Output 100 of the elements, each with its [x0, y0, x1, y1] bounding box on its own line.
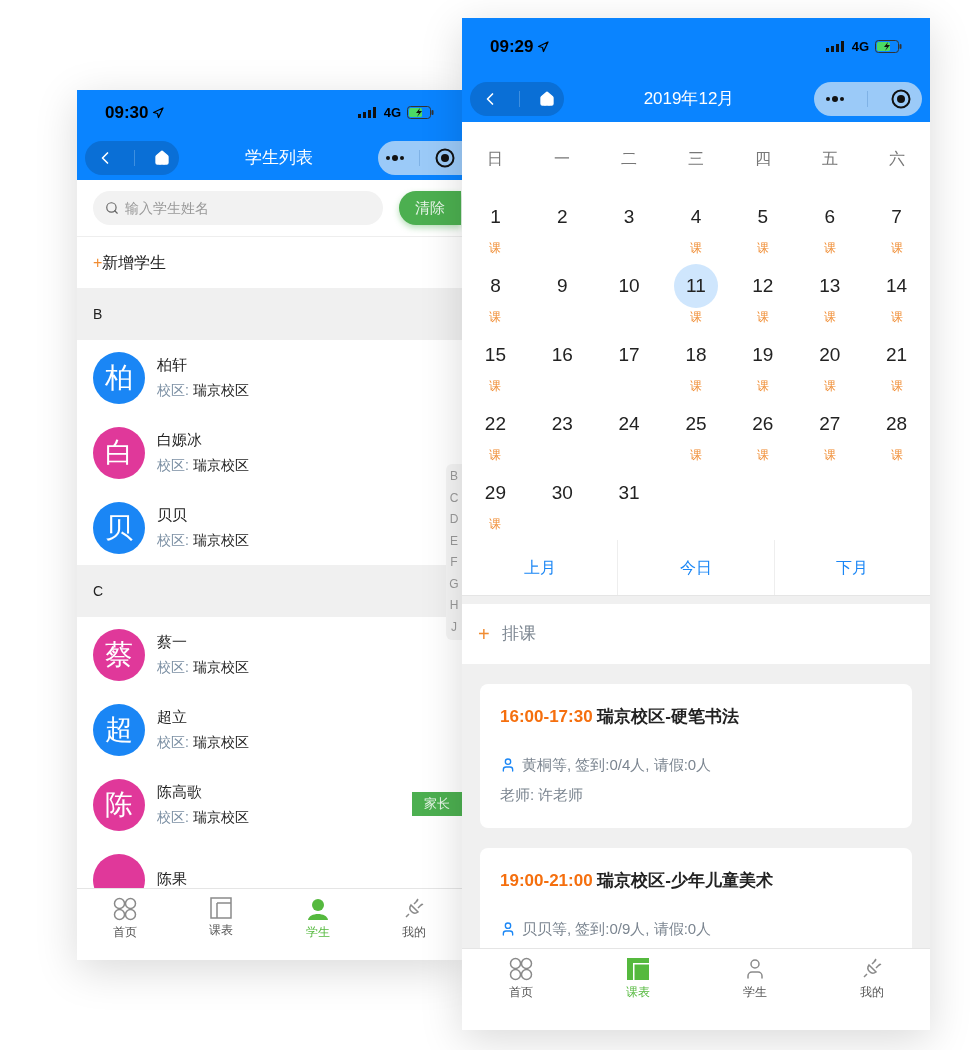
lesson-mark: 课 — [756, 378, 769, 395]
student-name: 蔡一 — [157, 631, 188, 652]
lesson-mark: 课 — [756, 240, 769, 257]
student-row[interactable]: 柏 柏轩 校区: 瑞京校区 — [77, 340, 416, 415]
signal-icon — [357, 107, 378, 118]
calendar-day[interactable]: 18 — [674, 333, 718, 377]
calendar-day[interactable]: 8 — [473, 264, 518, 308]
avatar: 贝 — [93, 501, 145, 554]
menu-capsule[interactable] — [814, 81, 922, 116]
lesson-card[interactable]: 19:00-21:00 瑞京校区-少年儿童美术 贝贝等, 签到:0/9人, 请假:0人 — [480, 848, 912, 948]
target-icon[interactable] — [434, 147, 455, 168]
attendance-text: 贝贝等, 签到:0/9人, 请假:0人 — [522, 918, 712, 939]
calendar-day[interactable]: 21 — [874, 333, 919, 377]
schedule-lesson-button[interactable]: + 排课 — [462, 604, 930, 664]
more-icon[interactable] — [825, 95, 846, 102]
avatar: 超 — [93, 703, 145, 756]
student-name: 贝贝 — [157, 504, 188, 525]
calendar-day[interactable]: 2 — [540, 195, 585, 239]
student-name: 柏轩 — [157, 354, 188, 375]
circles-grid-icon[interactable] — [508, 957, 533, 981]
weekday-label: 日 — [486, 148, 505, 169]
calendar-day[interactable]: 5 — [740, 195, 785, 239]
avatar: 白 — [93, 426, 145, 479]
more-icon[interactable] — [385, 154, 406, 161]
calendar-day[interactable]: 30 — [540, 471, 585, 515]
weekday-label: 六 — [887, 148, 906, 169]
menu-capsule[interactable] — [378, 140, 462, 175]
month-nav-button[interactable]: 上月 — [462, 540, 618, 595]
student-row[interactable]: 超 超立 校区: 瑞京校区 — [77, 692, 416, 767]
student-campus: 校区: 瑞京校区 — [157, 658, 249, 678]
calendar-day[interactable]: 3 — [607, 195, 652, 239]
calendar-day[interactable]: 11 — [674, 264, 718, 308]
calendar-day[interactable]: 17 — [607, 333, 652, 377]
home-icon[interactable] — [538, 90, 555, 107]
calendar-day[interactable]: 6 — [807, 195, 852, 239]
calendar-day[interactable]: 9 — [540, 264, 585, 308]
calendar-day[interactable]: 7 — [874, 195, 919, 239]
calendar-day[interactable]: 31 — [607, 471, 652, 515]
calendar-day[interactable]: 1 — [473, 195, 518, 239]
page-title: 2019年12月 — [643, 87, 735, 110]
calendar-day[interactable]: 20 — [807, 333, 852, 377]
network-label: 4G — [851, 37, 869, 56]
weekday-label: 五 — [820, 148, 839, 169]
student-name: 超立 — [157, 706, 188, 727]
lesson-mark: 课 — [690, 447, 702, 464]
student-campus: 校区: 瑞京校区 — [157, 381, 249, 401]
calendar-day[interactable]: 14 — [874, 264, 919, 308]
calendar-day[interactable]: 27 — [807, 402, 852, 446]
lesson-mark: 课 — [890, 240, 903, 257]
lesson-title: 16:00-17:30 瑞京校区-硬笔书法 — [500, 706, 741, 728]
search-icon — [105, 201, 119, 215]
calendar-day[interactable]: 24 — [607, 402, 652, 446]
lesson-mark: 课 — [823, 447, 836, 464]
tab-item[interactable]: 我的 — [365, 897, 462, 960]
lesson-mark: 课 — [823, 240, 836, 257]
weekday-label: 四 — [753, 148, 772, 169]
tab-item[interactable]: 我的 — [813, 957, 930, 1030]
student-row[interactable]: 贝 贝贝 校区: 瑞京校区 — [77, 490, 416, 565]
home-icon[interactable] — [153, 149, 170, 166]
target-icon[interactable] — [890, 88, 911, 109]
student-row[interactable]: 白 白嫄冰 校区: 瑞京校区 — [77, 415, 416, 490]
lesson-mark: 课 — [489, 378, 502, 395]
calendar-day[interactable]: 13 — [807, 264, 852, 308]
lesson-card[interactable]: 16:00-17:30 瑞京校区-硬笔书法 黄桐等, 签到:0/4人, 请假:0人 老师: 许老师 — [480, 684, 912, 828]
lesson-mark: 课 — [489, 240, 502, 257]
calendar-day[interactable]: 29 — [473, 471, 518, 515]
calendar-day[interactable]: 22 — [473, 402, 518, 446]
tab-item[interactable]: 首页 — [462, 957, 579, 1030]
section-header: B — [77, 288, 462, 340]
circles-grid-icon[interactable] — [113, 897, 138, 921]
search-field[interactable]: 输入学生姓名 — [93, 191, 383, 225]
tab-item[interactable]: 首页 — [77, 897, 174, 960]
calendar-day[interactable]: 4 — [674, 195, 718, 239]
calendar-day[interactable]: 12 — [740, 264, 785, 308]
status-time: 09:29 — [490, 35, 534, 58]
tab-item[interactable]: 学生 — [696, 957, 813, 1030]
back-home-capsule[interactable] — [470, 81, 564, 116]
lesson-mark: 课 — [690, 378, 702, 395]
schedule-icon[interactable] — [625, 957, 650, 981]
back-home-capsule[interactable] — [85, 140, 179, 175]
attendance-text: 黄桐等, 签到:0/4人, 请假:0人 — [522, 754, 712, 775]
tab-item[interactable]: 课表 — [173, 897, 270, 960]
lesson-mark: 课 — [756, 309, 769, 326]
calendar-day[interactable]: 15 — [473, 333, 518, 377]
calendar-day[interactable]: 26 — [740, 402, 785, 446]
student-campus: 校区: 瑞京校区 — [157, 733, 249, 753]
month-nav-button[interactable]: 今日 — [617, 540, 774, 595]
calendar-day[interactable]: 16 — [540, 333, 585, 377]
person-icon[interactable] — [305, 897, 330, 921]
calendar-day[interactable]: 19 — [740, 333, 785, 377]
student-name: 陈高歌 — [157, 781, 203, 802]
battery-icon — [407, 106, 434, 119]
calendar-day[interactable]: 23 — [540, 402, 585, 446]
calendar-day[interactable]: 10 — [607, 264, 652, 308]
calendar-day[interactable]: 28 — [874, 402, 919, 446]
location-icon — [152, 106, 165, 119]
calendar-day[interactable]: 25 — [674, 402, 718, 446]
signal-icon — [825, 41, 846, 52]
month-nav-button[interactable]: 下月 — [773, 540, 930, 595]
student-row[interactable]: 蔡 蔡一 校区: 瑞京校区 — [77, 617, 416, 692]
